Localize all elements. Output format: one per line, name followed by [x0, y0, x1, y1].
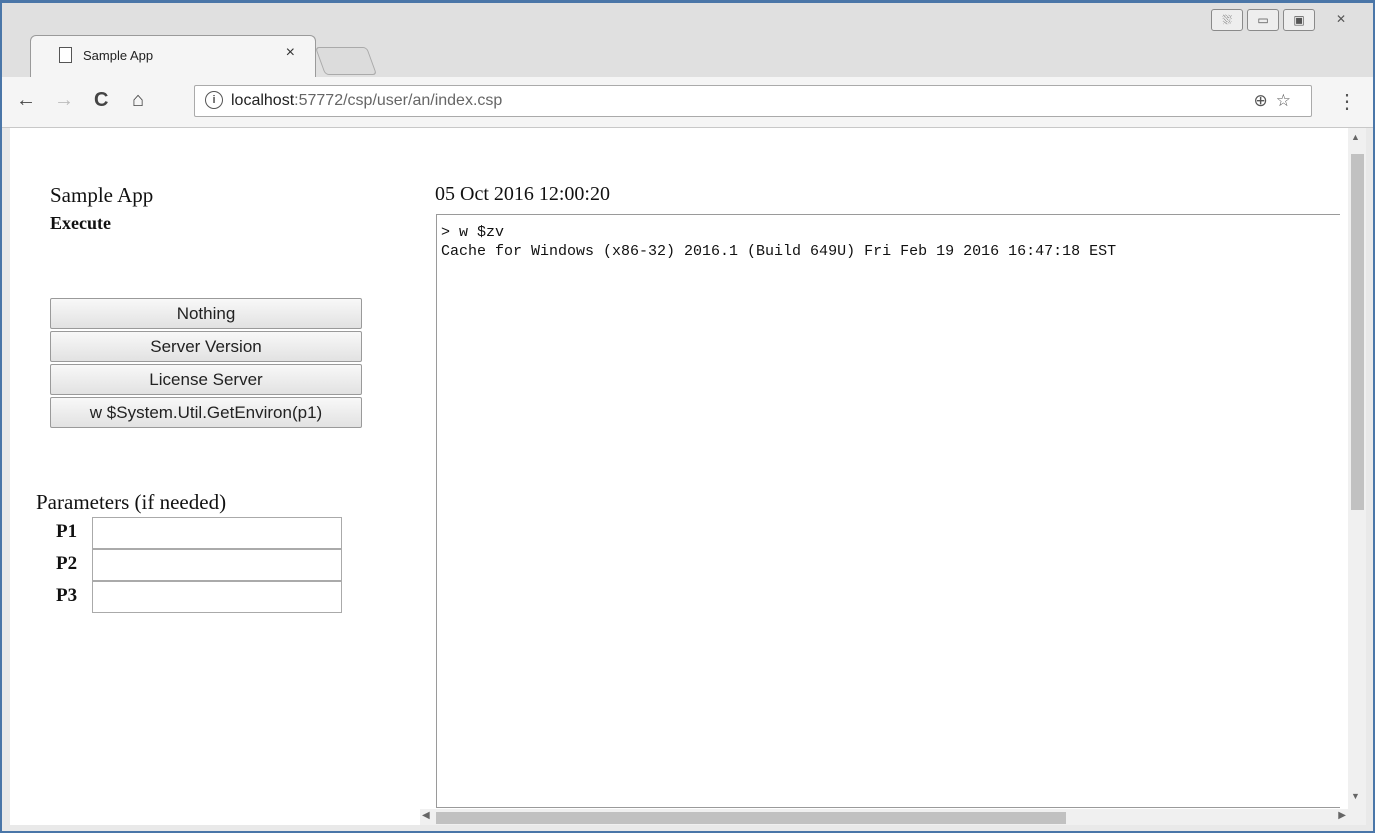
parameters-heading: Parameters (if needed)	[36, 490, 227, 514]
param-row-p3: P3	[50, 581, 350, 613]
vertical-scrollbar[interactable]: ▲ ▼	[1348, 128, 1366, 825]
tab-close-icon[interactable]: ×	[286, 44, 295, 62]
home-icon[interactable]: ⌂	[132, 89, 144, 112]
minimize-button[interactable]: ▭	[1247, 9, 1279, 31]
forward-arrow-icon[interactable]: →	[54, 89, 74, 112]
tab-title: Sample App	[83, 48, 154, 63]
vertical-scroll-thumb[interactable]	[1351, 154, 1364, 510]
p3-label: P3	[56, 585, 78, 606]
param-row-p1: P1	[50, 517, 350, 549]
get-environ-button[interactable]: w $System.Util.GetEnviron(p1)	[50, 397, 362, 428]
horizontal-scroll-thumb[interactable]	[436, 812, 1066, 824]
server-version-button[interactable]: Server Version	[50, 331, 362, 362]
console-output[interactable]: > w $zv Cache for Windows (x86-32) 2016.1…	[436, 214, 1340, 808]
p1-input[interactable]	[92, 517, 342, 549]
maximize-button[interactable]: ▣	[1283, 9, 1315, 31]
scroll-down-icon[interactable]: ▼	[1351, 791, 1360, 801]
console-line: Cache for Windows (x86-32) 2016.1 (Build…	[441, 243, 1117, 260]
page-title: Sample App	[50, 183, 154, 207]
license-server-button[interactable]: License Server	[50, 364, 362, 395]
new-tab-button[interactable]	[314, 47, 378, 75]
page-icon	[59, 47, 72, 63]
scroll-up-icon[interactable]: ▲	[1351, 132, 1360, 142]
profile-icon[interactable]: ⛆	[1211, 9, 1243, 31]
scroll-right-icon[interactable]: ▶	[1338, 810, 1346, 821]
execute-heading: Execute	[50, 213, 111, 233]
horizontal-scrollbar[interactable]: ◀ ▶	[420, 809, 1348, 825]
browser-window: Sample App × ⛆ ▭ ▣ ✕ ← → C ⌂ i localhost…	[0, 0, 1375, 833]
timestamp: 05 Oct 2016 12:00:20	[435, 183, 610, 205]
url-text: localhost:57772/csp/user/an/index.csp	[231, 92, 502, 110]
close-window-button[interactable]: ✕	[1319, 9, 1363, 29]
reload-icon[interactable]: C	[94, 89, 108, 112]
menu-icon[interactable]: ⋮	[1337, 89, 1357, 114]
zoom-and-bookmark-icons[interactable]: ⊕☆	[1254, 91, 1299, 111]
p2-label: P2	[56, 553, 78, 574]
address-bar[interactable]: i localhost:57772/csp/user/an/index.csp …	[194, 85, 1312, 117]
p2-input[interactable]	[92, 549, 342, 581]
nothing-button[interactable]: Nothing	[50, 298, 362, 329]
scroll-left-icon[interactable]: ◀	[422, 810, 430, 821]
window-controls: ⛆ ▭ ▣ ✕	[1211, 9, 1363, 31]
browser-toolbar: ← → C ⌂ i localhost:57772/csp/user/an/in…	[2, 77, 1373, 128]
browser-tab[interactable]: Sample App ×	[30, 35, 316, 78]
command-buttons: Nothing Server Version License Server w …	[50, 298, 362, 430]
p1-label: P1	[56, 521, 78, 542]
info-icon[interactable]: i	[205, 91, 223, 109]
back-arrow-icon[interactable]: ←	[16, 89, 36, 112]
url-host: localhost	[231, 92, 295, 109]
p3-input[interactable]	[92, 581, 342, 613]
title-bar: Sample App × ⛆ ▭ ▣ ✕	[2, 3, 1373, 78]
url-path: :57772/csp/user/an/index.csp	[294, 92, 503, 109]
page-viewport: Sample App Execute Nothing Server Versio…	[10, 128, 1366, 825]
param-row-p2: P2	[50, 549, 350, 581]
console-line: > w $zv	[441, 224, 505, 241]
